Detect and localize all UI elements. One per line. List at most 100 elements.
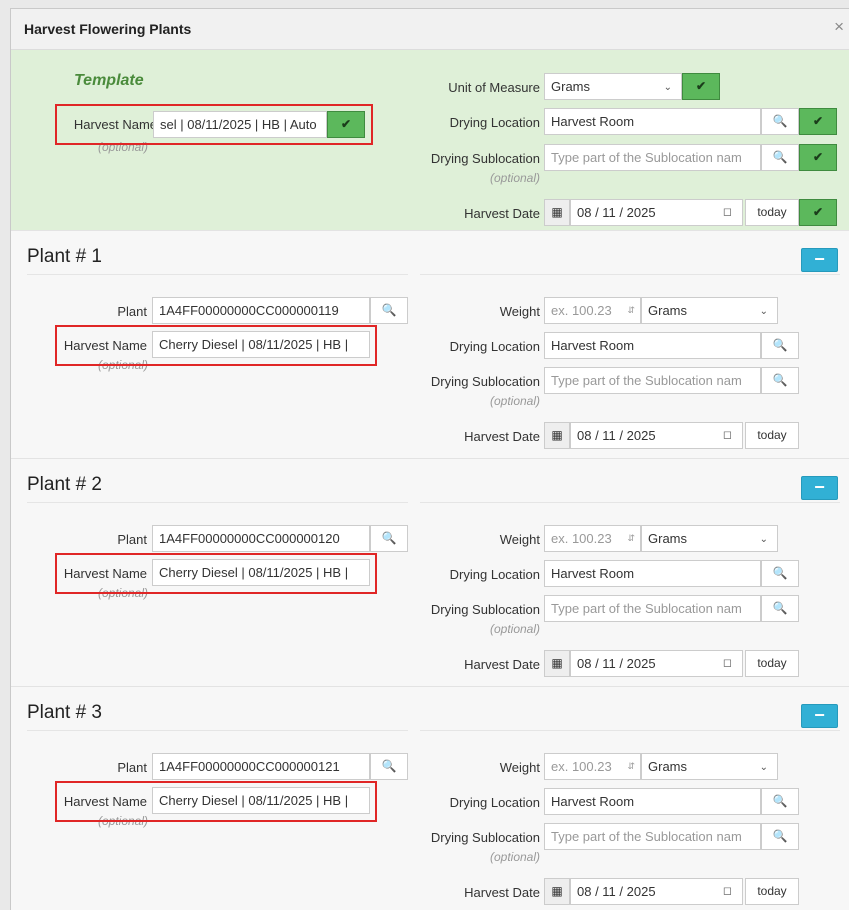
chevron-down-icon: ⌄ xyxy=(663,82,672,93)
plant-title: Plant # 2 xyxy=(27,474,102,495)
unit-apply-button[interactable]: ✔ xyxy=(682,73,720,100)
divider xyxy=(27,274,408,275)
plant-id-input[interactable]: 1A4FF00000000CC000000119 xyxy=(152,297,370,324)
drying-sublocation-search-button[interactable]: 🔍 xyxy=(761,823,799,850)
weight-unit-select[interactable]: Grams ⌄ xyxy=(641,525,778,552)
harvest-dialog: Harvest Flowering Plants × Template Harv… xyxy=(10,8,849,910)
drying-location-search-button[interactable]: 🔍 xyxy=(761,560,799,587)
harvest-date-input[interactable]: 08 / 11 / 2025 ◻ xyxy=(570,650,743,677)
drying-sublocation-optional: (optional) xyxy=(489,622,540,636)
harvest-name-label: Harvest Name xyxy=(63,794,147,809)
divider xyxy=(420,730,840,731)
plant-search-button[interactable]: 🔍 xyxy=(370,753,408,780)
check-icon: ✔ xyxy=(695,79,707,93)
search-icon: 🔍 xyxy=(381,759,397,773)
number-spinner-icon[interactable]: ⇵ xyxy=(627,526,635,551)
chevron-down-icon: ⌄ xyxy=(759,534,768,545)
calendar-picker-icon[interactable]: ◻ xyxy=(723,200,732,225)
plant-search-button[interactable]: 🔍 xyxy=(370,297,408,324)
harvest-name-input[interactable]: Cherry Diesel | 08/11/2025 | HB | xyxy=(152,787,370,814)
drying-sublocation-input[interactable]: Type part of the Sublocation nam xyxy=(544,367,761,394)
plant-label: Plant xyxy=(117,304,147,319)
harvest-name-optional: (optional) xyxy=(97,586,148,600)
template-harvest-date-input[interactable]: 08 / 11 / 2025 ◻ xyxy=(570,199,743,226)
drying-location-search-button[interactable]: 🔍 xyxy=(761,332,799,359)
template-drying-sublocation-label: Drying Sublocation xyxy=(430,151,540,166)
search-icon: 🔍 xyxy=(381,303,397,317)
remove-plant-button[interactable]: − xyxy=(801,476,838,500)
drying-location-label: Drying Location xyxy=(449,567,540,582)
template-harvest-name-label: Harvest Name xyxy=(73,117,157,132)
plant-title: Plant # 1 xyxy=(27,246,102,267)
template-drying-location-input[interactable]: Harvest Room xyxy=(544,108,761,135)
harvest-name-input[interactable]: Cherry Diesel | 08/11/2025 | HB | xyxy=(152,559,370,586)
template-harvest-name-optional: (optional) xyxy=(97,140,148,154)
plant-id-input[interactable]: 1A4FF00000000CC000000120 xyxy=(152,525,370,552)
plant-id-input[interactable]: 1A4FF00000000CC000000121 xyxy=(152,753,370,780)
search-icon: 🔍 xyxy=(772,373,788,387)
weight-input[interactable]: ex. 100.23 ⇵ xyxy=(544,297,641,324)
today-button[interactable]: today xyxy=(745,422,799,449)
search-icon: 🔍 xyxy=(772,601,788,615)
close-icon[interactable]: × xyxy=(834,18,844,35)
weight-input[interactable]: ex. 100.23 ⇵ xyxy=(544,525,641,552)
weight-unit-select[interactable]: Grams ⌄ xyxy=(641,297,778,324)
template-drying-sublocation-apply-button[interactable]: ✔ xyxy=(799,144,837,171)
drying-sublocation-label: Drying Sublocation xyxy=(430,602,540,617)
search-icon: 🔍 xyxy=(381,531,397,545)
number-spinner-icon[interactable]: ⇵ xyxy=(627,754,635,779)
today-button[interactable]: today xyxy=(745,878,799,905)
drying-sublocation-input[interactable]: Type part of the Sublocation nam xyxy=(544,595,761,622)
harvest-date-input[interactable]: 08 / 11 / 2025 ◻ xyxy=(570,422,743,449)
drying-location-input[interactable]: Harvest Room xyxy=(544,332,761,359)
template-today-button[interactable]: today xyxy=(745,199,799,226)
drying-sublocation-placeholder: Type part of the Sublocation nam xyxy=(551,373,742,388)
calendar-picker-icon[interactable]: ◻ xyxy=(723,423,732,448)
weight-input[interactable]: ex. 100.23 ⇵ xyxy=(544,753,641,780)
plant-section-3: Plant # 3 − Plant 1A4FF00000000CC0000001… xyxy=(11,686,849,910)
template-harvest-name-apply-button[interactable]: ✔ xyxy=(327,111,365,138)
calendar-picker-icon[interactable]: ◻ xyxy=(723,879,732,904)
drying-sublocation-input[interactable]: Type part of the Sublocation nam xyxy=(544,823,761,850)
drying-location-input[interactable]: Harvest Room xyxy=(544,788,761,815)
drying-sublocation-search-button[interactable]: 🔍 xyxy=(761,367,799,394)
weight-placeholder: ex. 100.23 xyxy=(551,303,612,318)
drying-location-input[interactable]: Harvest Room xyxy=(544,560,761,587)
plant-title: Plant # 3 xyxy=(27,702,102,723)
harvest-date-value: 08 / 11 / 2025 xyxy=(577,428,656,443)
harvest-name-input[interactable]: Cherry Diesel | 08/11/2025 | HB | xyxy=(152,331,370,358)
calendar-icon: ▦ xyxy=(544,650,570,677)
divider xyxy=(420,502,840,503)
drying-sublocation-optional: (optional) xyxy=(489,394,540,408)
template-section: Template Harvest Name sel | 08/11/2025 |… xyxy=(11,50,849,230)
template-drying-location-apply-button[interactable]: ✔ xyxy=(799,108,837,135)
plant-section-2: Plant # 2 − Plant 1A4FF00000000CC0000001… xyxy=(11,458,849,687)
number-spinner-icon[interactable]: ⇵ xyxy=(627,298,635,323)
divider xyxy=(27,730,408,731)
drying-sublocation-optional: (optional) xyxy=(489,850,540,864)
plant-label: Plant xyxy=(117,532,147,547)
unit-of-measure-select[interactable]: Grams ⌄ xyxy=(544,73,682,100)
template-harvest-name-input[interactable]: sel | 08/11/2025 | HB | Auto xyxy=(153,111,327,138)
template-drying-location-search-button[interactable]: 🔍 xyxy=(761,108,799,135)
weight-unit-select[interactable]: Grams ⌄ xyxy=(641,753,778,780)
today-button[interactable]: today xyxy=(745,650,799,677)
template-drying-sublocation-input[interactable]: Type part of the Sublocation nam xyxy=(544,144,761,171)
divider xyxy=(420,274,840,275)
harvest-date-value: 08 / 11 / 2025 xyxy=(577,656,656,671)
drying-location-search-button[interactable]: 🔍 xyxy=(761,788,799,815)
template-drying-sublocation-search-button[interactable]: 🔍 xyxy=(761,144,799,171)
drying-sublocation-label: Drying Sublocation xyxy=(430,830,540,845)
calendar-picker-icon[interactable]: ◻ xyxy=(723,651,732,676)
harvest-name-label: Harvest Name xyxy=(63,338,147,353)
harvest-date-input[interactable]: 08 / 11 / 2025 ◻ xyxy=(570,878,743,905)
remove-plant-button[interactable]: − xyxy=(801,248,838,272)
remove-plant-button[interactable]: − xyxy=(801,704,838,728)
drying-sublocation-search-button[interactable]: 🔍 xyxy=(761,595,799,622)
plant-search-button[interactable]: 🔍 xyxy=(370,525,408,552)
check-icon: ✔ xyxy=(812,150,824,164)
template-harvest-date-apply-button[interactable]: ✔ xyxy=(799,199,837,226)
harvest-date-label: Harvest Date xyxy=(464,657,540,672)
harvest-name-optional: (optional) xyxy=(97,358,148,372)
drying-sublocation-label: Drying Sublocation xyxy=(430,374,540,389)
